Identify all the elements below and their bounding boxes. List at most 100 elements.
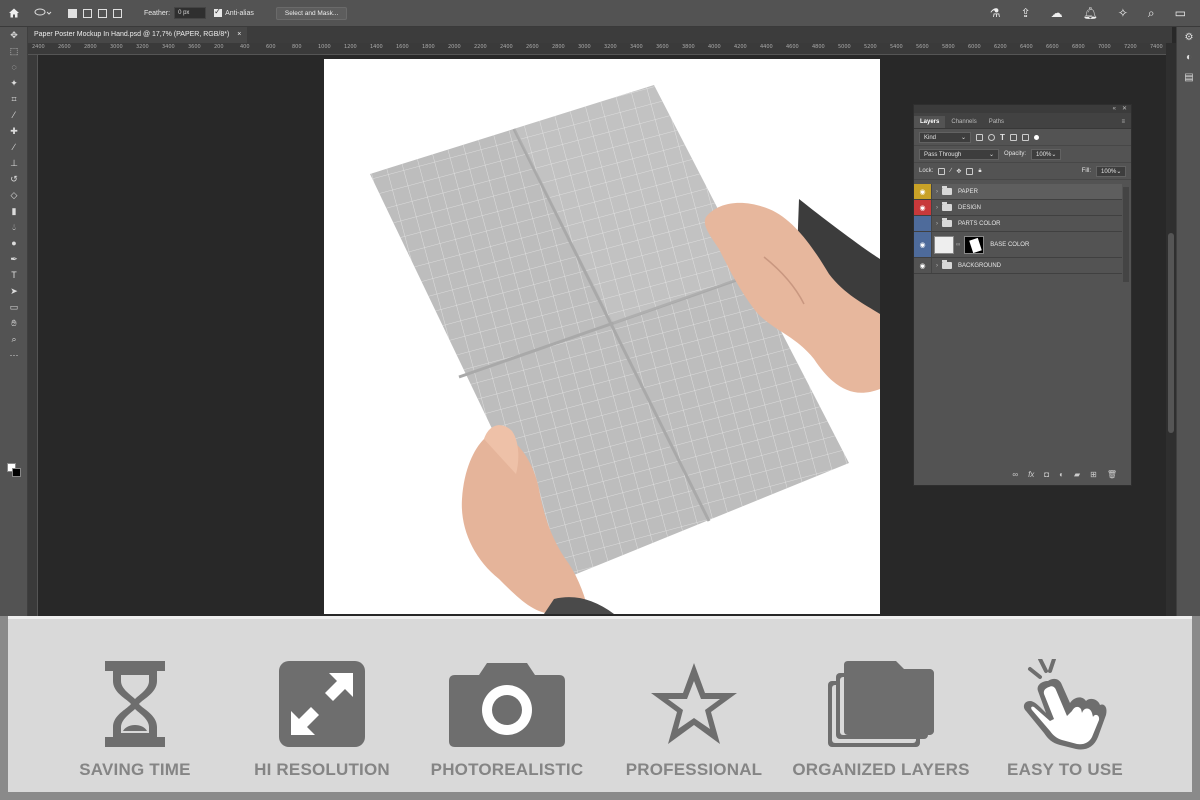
feather-label: Feather: [144, 9, 171, 17]
expand-arrow-icon[interactable]: › [932, 205, 942, 211]
path-selection-tool-icon[interactable]: ➤ [0, 283, 28, 299]
ruler-tick-label: 2600 [58, 44, 71, 50]
search-icon[interactable]: ⌕ [1148, 6, 1155, 21]
intersect-selection-icon[interactable] [113, 8, 122, 18]
new-adjustment-layer-icon[interactable]: ◐ [1059, 470, 1064, 479]
opacity-input[interactable]: 100% ⌄ [1031, 148, 1062, 160]
new-layer-icon[interactable]: ⊞ [1090, 470, 1097, 479]
layer-background[interactable]: ◉ › BACKGROUND [914, 258, 1122, 274]
dodge-tool-icon[interactable]: ● [0, 235, 28, 251]
document-canvas[interactable] [324, 59, 880, 614]
filter-pixel-icon[interactable] [976, 133, 983, 141]
workspace-icon[interactable]: ▭ [1175, 6, 1186, 21]
fill-input[interactable]: 100% ⌄ [1096, 165, 1126, 177]
crop-tool-icon[interactable]: ⌗ [0, 91, 28, 107]
expand-arrow-icon[interactable]: › [932, 189, 942, 195]
feature-label: PHOTOREALISTIC [430, 760, 584, 779]
select-and-mask-button[interactable]: Select and Mask... [275, 6, 348, 20]
lock-image-icon[interactable]: ∕ [950, 168, 951, 174]
filter-type-icon[interactable]: T [1000, 133, 1005, 142]
visibility-eye-icon-hidden[interactable] [914, 216, 932, 231]
layer-parts-color[interactable]: › PARTS COLOR [914, 216, 1122, 232]
add-to-selection-icon[interactable] [83, 8, 92, 18]
link-layers-icon[interactable]: ∞ [1012, 470, 1018, 479]
home-icon[interactable] [0, 7, 28, 19]
feather-input[interactable]: 0 px [174, 7, 207, 19]
bell-icon[interactable]: 🔔︎ [1083, 6, 1098, 21]
features-strip: SAVING TIME HI RESOLUTION PHOTOREALISTIC [8, 616, 1192, 792]
lock-artboard-icon[interactable] [966, 167, 974, 175]
expand-arrow-icon[interactable]: › [932, 263, 942, 269]
share-icon[interactable]: ⇪ [1021, 6, 1031, 21]
pen-tool-icon[interactable]: ✒ [0, 251, 28, 267]
layer-design[interactable]: ◉ › DESIGN [914, 200, 1122, 216]
canvas-vertical-scrollbar[interactable] [1166, 43, 1176, 616]
lock-transparent-icon[interactable] [938, 167, 946, 175]
layers-scrollbar[interactable] [1123, 187, 1129, 282]
delete-layer-icon[interactable]: 🗑︎ [1107, 470, 1117, 479]
document-tab-bar: Paper Poster Mockup In Hand.psd @ 17,7% … [28, 27, 1172, 43]
ruler-tick-label: 5200 [864, 44, 877, 50]
eyedropper-tool-icon[interactable]: ⁄ [0, 107, 28, 123]
layer-paper[interactable]: ◉ › PAPER [914, 184, 1122, 200]
eraser-tool-icon[interactable]: ◇ [0, 187, 28, 203]
subtract-from-selection-icon[interactable] [98, 8, 107, 18]
document-tab[interactable]: Paper Poster Mockup In Hand.psd @ 17,7% … [28, 27, 248, 43]
filter-adjustment-icon[interactable] [988, 133, 995, 141]
properties-icon[interactable]: ⚙ [1177, 27, 1200, 47]
type-tool-icon[interactable]: T [0, 267, 28, 283]
libraries-icon[interactable]: ▤ [1177, 67, 1200, 87]
filter-shape-icon[interactable] [1009, 133, 1017, 141]
move-tool-icon[interactable]: ✥ [0, 27, 28, 43]
lock-position-icon[interactable]: ✥ [956, 168, 961, 175]
ruler-tick-label: 6400 [1020, 44, 1033, 50]
visibility-eye-icon[interactable]: ◉ [914, 184, 932, 199]
marquee-tool-icon[interactable]: ⬚ [0, 43, 28, 59]
filter-smart-object-icon[interactable] [1021, 133, 1029, 141]
panel-menu-icon[interactable]: ≡ [1115, 116, 1131, 128]
magic-wand-tool-icon[interactable]: ✦ [0, 75, 28, 91]
collapse-panel-icon[interactable]: « [1113, 105, 1116, 113]
ruler-tick-label: 3200 [136, 44, 149, 50]
anti-alias-checkbox[interactable] [214, 7, 223, 17]
expand-arrow-icon[interactable]: › [932, 221, 942, 227]
blend-mode-select[interactable]: Pass Through ⌄ [919, 148, 999, 160]
healing-brush-tool-icon[interactable]: ✚ [0, 123, 28, 139]
close-panel-icon[interactable]: ✕ [1122, 105, 1127, 113]
more-tools-icon[interactable]: ⋯ [0, 347, 28, 363]
flask-icon[interactable]: ⚗ [990, 6, 1001, 21]
zoom-tool-icon[interactable]: ⌕ [0, 331, 28, 347]
layer-base-color[interactable]: ◉ ∞ BASE COLOR [914, 232, 1122, 258]
brush-tool-icon[interactable]: ∕ [0, 139, 28, 155]
visibility-eye-icon[interactable]: ◉ [914, 232, 932, 257]
tab-channels[interactable]: Channels [945, 116, 982, 128]
new-selection-icon[interactable] [68, 8, 77, 18]
lasso-tool-preset-icon[interactable] [34, 8, 52, 18]
rectangle-tool-icon[interactable]: ▭ [0, 299, 28, 315]
visibility-eye-icon[interactable]: ◉ [914, 258, 932, 273]
new-group-icon[interactable]: ▰ [1074, 470, 1080, 479]
cloud-icon[interactable]: ☁ [1051, 6, 1063, 21]
scrollbar-thumb[interactable] [1168, 233, 1174, 433]
tab-layers[interactable]: Layers [914, 116, 946, 128]
close-tab-icon[interactable]: × [237, 31, 241, 39]
layer-filter-select[interactable]: Kind ⌄ [919, 131, 971, 143]
add-mask-icon[interactable]: ◘ [1044, 470, 1049, 479]
visibility-eye-icon[interactable]: ◉ [914, 200, 932, 215]
layer-mask-thumbnail[interactable] [964, 235, 985, 254]
clone-stamp-tool-icon[interactable]: ⊥ [0, 155, 28, 171]
background-color-swatch[interactable] [12, 468, 21, 477]
gradient-tool-icon[interactable]: ▮ [0, 203, 28, 219]
expand-arrows-icon [277, 659, 367, 754]
layer-name: PARTS COLOR [958, 220, 1001, 227]
filter-toggle-icon[interactable] [1033, 134, 1039, 140]
blur-tool-icon[interactable]: 💧︎ [0, 219, 28, 235]
lock-all-icon[interactable]: 🔒︎ [978, 168, 981, 175]
history-brush-tool-icon[interactable]: ↺ [0, 171, 28, 187]
fx-icon[interactable]: fx [1028, 470, 1034, 479]
lightbulb-icon[interactable]: ✧ [1118, 6, 1128, 21]
adjustments-icon[interactable]: ◐ [1177, 47, 1200, 67]
hand-tool-icon[interactable]: ✋︎ [0, 315, 28, 331]
tab-paths[interactable]: Paths [983, 116, 1010, 128]
lasso-tool-icon[interactable]: ◌ [0, 59, 28, 75]
